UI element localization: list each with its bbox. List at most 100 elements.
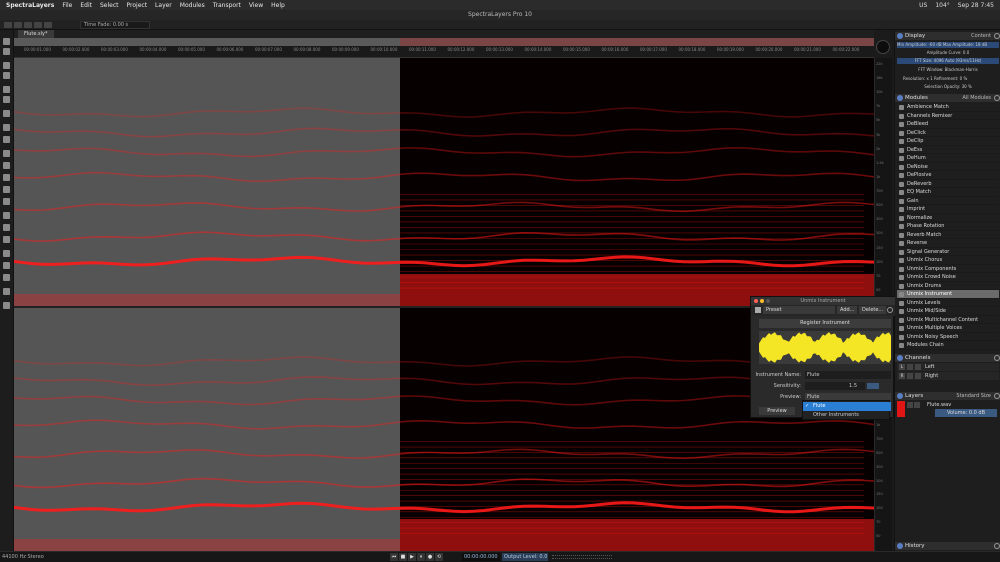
menu-project[interactable]: Project [127,2,148,9]
module-item[interactable]: Gain [897,197,999,205]
add-preset-button[interactable]: Add... [837,306,858,314]
layer-name[interactable]: Flute.wav [927,401,951,409]
time-ruler[interactable]: 00:00:01.000 00:00:02.000 00:00:03.000 00:0… [14,46,874,58]
help-icon[interactable] [887,307,893,313]
select-tool-icon[interactable] [3,38,10,45]
module-item[interactable]: Reverb Match [897,231,999,239]
app-menu[interactable]: SpectraLayers [6,2,54,9]
brush-icon[interactable] [3,86,10,93]
module-item[interactable]: Normalize [897,214,999,222]
fill-icon[interactable] [3,236,10,243]
module-item[interactable]: Modules Chain [897,341,999,350]
pause-button[interactable]: ⏸ [417,553,425,561]
speaker-icon[interactable] [3,302,10,309]
menu-select[interactable]: Select [100,2,119,9]
spectrogram-right-channel[interactable] [14,308,874,551]
register-instrument-button[interactable]: Register Instrument [759,319,891,328]
module-item[interactable]: DePlosive [897,171,999,180]
fft-window-select[interactable]: FFT Window: Blackman-Harris [897,67,999,73]
module-item[interactable]: Unmix Drums [897,282,999,290]
sensitivity-field[interactable]: 1.5 [805,382,865,390]
module-item[interactable]: Reverse [897,239,999,248]
layer-row[interactable]: Flute.wav [897,401,999,417]
mute-icon[interactable] [914,402,920,408]
pencil-icon[interactable] [3,150,10,157]
minimize-icon[interactable] [760,299,764,303]
module-item[interactable]: DeReverb [897,180,999,188]
menu-edit[interactable]: Edit [80,2,92,9]
help-icon[interactable] [994,95,1000,101]
play-button[interactable]: ▶ [408,553,416,561]
loop-button[interactable]: ⟲ [435,553,443,561]
output-level-slider[interactable]: Output Level: 0.0 dB [502,553,548,561]
blur-icon[interactable] [3,212,10,219]
solo-icon[interactable] [915,373,921,379]
mute-icon[interactable] [907,373,913,379]
rewind-button[interactable]: ⏮ [390,553,398,561]
module-item[interactable]: EQ Match [897,188,999,197]
overview-selection[interactable] [400,38,874,46]
layers-size-select[interactable]: Standard Size [956,392,991,400]
clock[interactable]: Sep 28 7:45 [958,2,994,9]
panel-toggle-icon[interactable] [24,22,32,28]
tab-flute[interactable]: Flute.sly* [18,30,54,38]
module-item[interactable]: Unmix Instrument [897,290,999,299]
module-item[interactable]: Phase Rotation [897,222,999,231]
view-toggle-icon[interactable] [4,22,12,28]
lasso-icon[interactable] [3,72,10,79]
resolution-refinement-row[interactable]: Resolution: x 1 Refinement: 0 % [897,76,999,82]
menu-layer[interactable]: Layer [155,2,172,9]
menu-view[interactable]: View [249,2,263,9]
solo-icon[interactable] [915,364,921,370]
history-panel-header[interactable]: History [895,542,1000,550]
zoom-knob[interactable] [876,40,890,54]
delete-preset-button[interactable]: Delete... [859,306,887,314]
sensitivity-slider[interactable] [867,383,879,389]
spectrogram-left-channel[interactable] [14,58,874,306]
time-select-icon[interactable] [3,48,10,55]
timecode-display[interactable]: 00:00:00.000 [462,553,500,561]
dropdown-option-other[interactable]: Other Instruments [803,411,891,420]
mute-icon[interactable] [907,364,913,370]
module-item[interactable]: Unmix Multiple Voices [897,324,999,333]
module-item[interactable]: Unmix Multichannel Content [897,316,999,324]
modules-panel-header[interactable]: Modules All Modules [895,94,1000,102]
module-item[interactable]: Unmix Mid/Side [897,307,999,316]
module-item[interactable]: DeHum [897,154,999,163]
channel-row-right[interactable]: R Right [897,372,999,380]
modules-filter-select[interactable]: All Modules [962,94,991,102]
input-source-indicator[interactable]: US [919,2,927,9]
rectangle-select-icon[interactable] [3,62,10,69]
stop-button[interactable]: ■ [399,553,407,561]
clone-icon[interactable] [3,186,10,193]
module-item[interactable]: Unmix Noisy Speech [897,333,999,341]
module-item[interactable]: Unmix Components [897,265,999,273]
channel-row-left[interactable]: L Left [897,363,999,371]
module-item[interactable]: Unmix Levels [897,299,999,307]
help-icon[interactable] [994,355,1000,361]
layout-toggle-icon[interactable] [14,22,22,28]
instrument-name-field[interactable]: Flute [805,371,891,379]
layer-volume-slider[interactable]: Volume: 0.0 dB [935,409,997,417]
help-icon[interactable] [994,393,1000,399]
zoom-window-icon[interactable] [766,299,770,303]
display-panel-header[interactable]: Display Content [895,32,1000,40]
hand-icon[interactable] [3,262,10,269]
module-item[interactable]: Ambience Match [897,103,999,112]
amplitude-curve-slider[interactable]: Amplitude Curve: 0.0 [897,50,999,56]
menu-file[interactable]: File [62,2,72,9]
module-item[interactable]: DeEss [897,146,999,154]
eraser-icon[interactable] [3,162,10,169]
module-item[interactable]: DeClip [897,137,999,146]
preview-button[interactable]: Preview [759,407,795,415]
timeline-overview[interactable] [14,38,874,46]
amplitude-range-slider[interactable]: Min Amplitude: -60 dB Max Amplitude: 18 … [897,42,999,48]
module-item[interactable]: DeClick [897,129,999,137]
menu-modules[interactable]: Modules [180,2,205,9]
grid-toggle-icon[interactable] [44,22,52,28]
move-icon[interactable] [3,124,10,131]
module-item[interactable]: Unmix Crowd Noise [897,273,999,282]
selection-opacity-slider[interactable]: Selection Opacity: 30 % [897,84,999,90]
fft-size-select[interactable]: FFT Size: 4096 Auto (93ms/11Hz) [897,58,999,64]
box-3d-icon[interactable] [3,288,10,295]
